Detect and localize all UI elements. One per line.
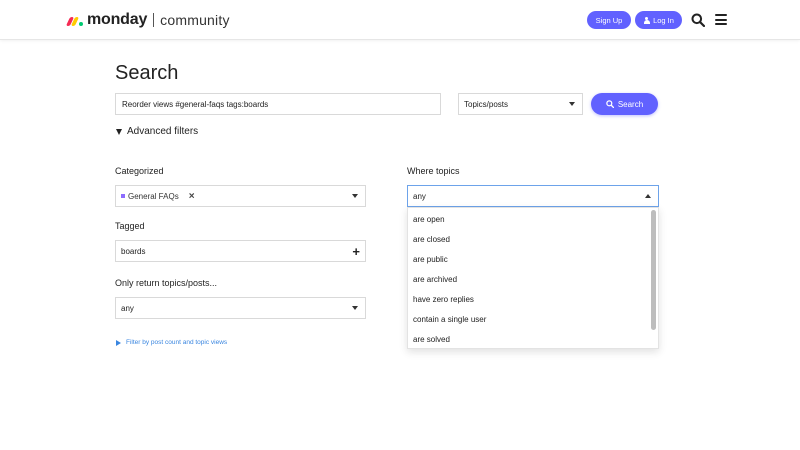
categorized-label: Categorized: [115, 166, 164, 176]
tag-select[interactable]: boards +: [115, 240, 366, 262]
site-header: monday community Sign Up Log In: [0, 0, 800, 40]
log-in-button[interactable]: Log In: [635, 11, 682, 29]
chevron-down-icon: [352, 194, 358, 198]
community-label: community: [160, 12, 230, 28]
dropdown-option[interactable]: are closed: [413, 235, 450, 244]
filter-by-post-count-link[interactable]: Filter by post count and topic views: [116, 339, 227, 346]
where-topics-select[interactable]: any: [407, 185, 659, 207]
brand-name: monday: [87, 11, 148, 28]
close-icon[interactable]: ×: [189, 191, 195, 202]
chevron-down-icon: [352, 306, 358, 310]
hamburger-menu-icon[interactable]: [715, 14, 727, 25]
category-select[interactable]: General FAQs ×: [115, 185, 366, 207]
search-icon: [606, 100, 614, 108]
tag-value: boards: [121, 246, 146, 256]
sign-up-button[interactable]: Sign Up: [587, 11, 631, 29]
chevron-up-icon: [645, 194, 651, 198]
filter-link-label: Filter by post count and topic views: [126, 339, 228, 346]
where-topics-dropdown: are open are closed are public are archi…: [407, 207, 659, 349]
category-chip: General FAQs ×: [121, 191, 195, 202]
search-input[interactable]: [115, 93, 441, 115]
only-return-select[interactable]: any: [115, 297, 366, 319]
sign-up-label: Sign Up: [595, 15, 623, 25]
dropdown-option[interactable]: have zero replies: [413, 295, 474, 304]
dropdown-option[interactable]: are public: [413, 255, 448, 264]
logo-divider: [153, 13, 155, 27]
caret-right-icon: [116, 339, 121, 346]
dropdown-option[interactable]: are archived: [413, 275, 457, 284]
only-return-value: any: [121, 303, 134, 313]
user-icon: [643, 16, 650, 24]
chevron-down-icon: [569, 102, 575, 106]
page-title: Search: [115, 62, 179, 84]
search-button-label: Search: [617, 99, 644, 109]
where-topics-label: Where topics: [407, 166, 460, 176]
advanced-filters-toggle[interactable]: Advanced filters: [116, 126, 198, 137]
dropdown-option[interactable]: are solved: [413, 335, 450, 344]
advanced-filters-label: Advanced filters: [127, 126, 199, 137]
dropdown-option[interactable]: contain a single user: [413, 315, 486, 324]
log-in-label: Log In: [653, 15, 674, 25]
search-button[interactable]: Search: [591, 93, 658, 115]
dropdown-scrollbar[interactable]: [651, 210, 656, 330]
category-color-icon: [121, 194, 125, 198]
monday-community-logo[interactable]: monday community: [65, 10, 230, 30]
search-icon[interactable]: [691, 13, 705, 27]
search-scope-select[interactable]: Topics/posts: [458, 93, 583, 115]
plus-icon[interactable]: +: [352, 244, 360, 259]
monday-logo-icon: [65, 14, 84, 26]
where-topics-value: any: [413, 191, 426, 201]
tagged-label: Tagged: [115, 221, 145, 231]
category-chip-label: General FAQs: [128, 191, 179, 201]
caret-down-icon: [116, 128, 122, 135]
dropdown-option[interactable]: are open: [413, 215, 445, 224]
search-scope-value: Topics/posts: [464, 99, 509, 109]
only-return-label: Only return topics/posts...: [115, 278, 218, 288]
